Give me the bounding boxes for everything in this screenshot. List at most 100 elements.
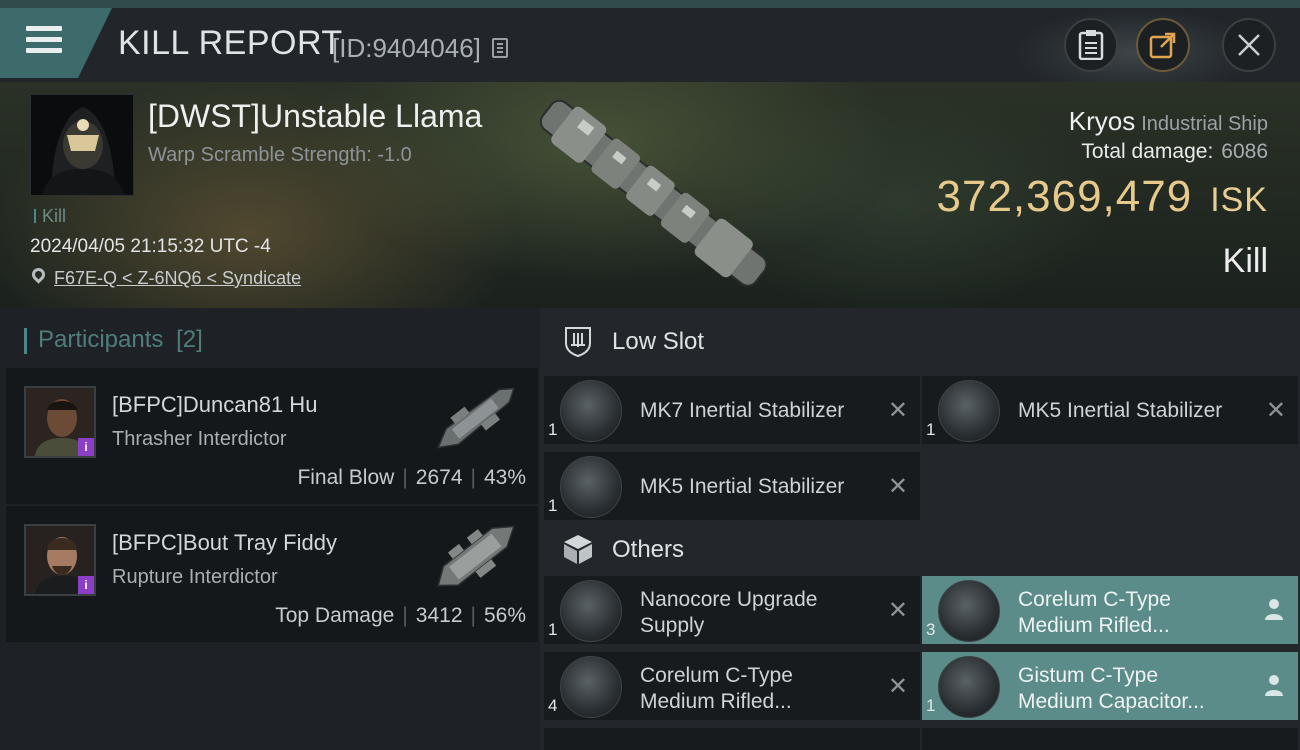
cargo-item[interactable]: 3 Corelum C-Type Medium Rifled... (922, 576, 1298, 644)
participant-ship-image (437, 525, 515, 587)
low-slot-header: Low Slot (564, 327, 705, 357)
total-damage-value: 6086 (1221, 140, 1268, 163)
close-button[interactable] (1222, 18, 1276, 72)
item-name-line2: Medium Rifled... (1018, 614, 1170, 637)
item-name-line1: Corelum C-Type (640, 664, 793, 687)
victim-ship-image (539, 99, 768, 287)
ship-type: Kryos (1068, 106, 1136, 136)
turret-icon (560, 656, 622, 718)
destroyed-icon: ✕ (887, 397, 908, 424)
kill-summary: [DWST]Unstable Llama Warp Scramble Stren… (0, 82, 1300, 308)
others-header: Others (564, 535, 685, 564)
inertial-stabilizer-icon (560, 380, 622, 442)
top-accent-line (0, 0, 1300, 8)
item-name: MK7 Inertial Stabilizer (640, 399, 845, 422)
item-name: Gistum C-Type Medium Capacitor... (1018, 663, 1205, 715)
item-name-line2: Medium Rifled... (640, 690, 792, 713)
victim-name[interactable]: [DWST]Unstable Llama (148, 98, 482, 135)
isk-unit: ISK (1210, 181, 1268, 219)
item-name: Nanocore Upgrade Supply (640, 587, 817, 639)
item-name: MK5 Inertial Stabilizer (1018, 399, 1223, 422)
item-name-line1: Gistum C-Type (1018, 664, 1159, 687)
item-name-line2: Supply (640, 614, 705, 637)
victim-ship-name[interactable]: Kryos Industrial Ship (1069, 106, 1268, 137)
participant-ship: Rupture Interdictor (112, 566, 278, 588)
dropped-person-icon (1265, 599, 1283, 620)
page-title: KILL REPORT (118, 24, 343, 62)
participant-stats: Final Blow | 2674 | 43% (297, 466, 526, 489)
participant-ship: Thrasher Interdictor (112, 428, 287, 450)
hooded-pilot-avatar (31, 95, 133, 195)
participant-ship-image (436, 387, 515, 449)
participant-role: Final Blow (297, 466, 395, 489)
participants-header: Participants [2] (24, 326, 203, 354)
participant-avatar[interactable]: i (24, 524, 96, 596)
victim-portrait[interactable] (30, 94, 134, 196)
destroyed-icon: ✕ (887, 673, 908, 700)
item-name-line2: Medium Capacitor... (1018, 690, 1205, 713)
participant-avatar[interactable]: i (24, 386, 96, 458)
item-quantity: 1 (548, 620, 558, 639)
cargo-item[interactable]: 1 Gistum C-Type Medium Capacitor... (922, 652, 1298, 720)
copy-id-icon[interactable] (492, 38, 508, 58)
share-button[interactable] (1136, 18, 1190, 72)
item-name-line1: Nanocore Upgrade (640, 588, 818, 611)
participant-damage-percent: 43% (483, 466, 526, 489)
clipboard-icon (1078, 30, 1104, 60)
cargo-item[interactable]: 4 Corelum C-Type Medium Rifled... ✕ (544, 652, 920, 720)
kill-tag: Kill (34, 206, 66, 227)
item-name: Corelum C-Type Medium Rifled... (640, 663, 793, 715)
close-icon (1238, 34, 1260, 56)
isk-value: 372,369,479 ISK (937, 172, 1269, 222)
low-slot-item[interactable]: 1 MK7 Inertial Stabilizer ✕ (544, 376, 920, 444)
menu-button[interactable] (0, 8, 112, 78)
cargo-item[interactable]: 1 Nanocore Upgrade Supply ✕ (544, 576, 920, 644)
total-damage: Total damage: 6086 (1081, 140, 1268, 164)
item-quantity: 1 (548, 496, 558, 515)
participant-role: Top Damage (275, 604, 395, 627)
location-pin-icon (29, 265, 48, 284)
item-quantity: 3 (926, 620, 936, 639)
item-name: MK5 Inertial Stabilizer (640, 475, 845, 498)
participants-title: Participants (38, 326, 164, 353)
report-button[interactable] (1064, 18, 1118, 72)
destroyed-icon: ✕ (1265, 397, 1286, 424)
destroyed-icon: ✕ (887, 473, 908, 500)
destroyed-icon: ✕ (887, 597, 908, 624)
cargo-item-partial[interactable] (544, 728, 920, 750)
nanocore-supply-icon (560, 580, 622, 642)
kill-result: Kill (1222, 242, 1268, 280)
capacitor-icon (938, 656, 1000, 718)
ship-class: Industrial Ship (1141, 113, 1268, 135)
others-title: Others (612, 536, 685, 563)
participant-row[interactable]: i [BFPC]Bout Tray Fiddy Rupture Interdic… (6, 506, 538, 642)
participants-panel: Participants [2] i [BFPC]Duncan81 Hu Thr… (0, 308, 540, 750)
info-icon[interactable]: i (78, 438, 94, 456)
share-icon (1149, 32, 1176, 59)
item-quantity: 1 (926, 420, 936, 439)
participant-row[interactable]: i [BFPC]Duncan81 Hu Thrasher Interdictor… (6, 368, 538, 504)
warp-scramble-strength: Warp Scramble Strength: -1.0 (148, 144, 412, 166)
participant-name[interactable]: [BFPC]Bout Tray Fiddy (112, 530, 337, 556)
header-bar: KILL REPORT [ID:9404046] (0, 8, 1300, 98)
item-quantity: 1 (548, 420, 558, 439)
kill-id: [ID:9404046] (332, 33, 481, 63)
inertial-stabilizer-icon (560, 456, 622, 518)
participant-damage: 3412 (415, 604, 463, 627)
item-name: Corelum C-Type Medium Rifled... (1018, 587, 1171, 639)
hamburger-icon (26, 26, 62, 54)
low-slot-item[interactable]: 1 MK5 Inertial Stabilizer ✕ (544, 452, 920, 520)
item-quantity: 4 (548, 696, 558, 715)
low-slot-title: Low Slot (612, 328, 705, 355)
participant-damage: 2674 (415, 466, 463, 489)
location-link[interactable]: F67E-Q < Z-6NQ6 < Syndicate (54, 268, 301, 289)
participant-damage-percent: 56% (483, 604, 526, 627)
participant-stats: Top Damage | 3412 | 56% (275, 604, 526, 627)
isk-amount: 372,369,479 (936, 172, 1193, 221)
participant-name[interactable]: [BFPC]Duncan81 Hu (112, 392, 317, 418)
cargo-item-partial[interactable] (922, 728, 1298, 750)
info-icon[interactable]: i (78, 576, 94, 594)
cube-icon (564, 535, 592, 564)
low-slot-item[interactable]: 1 MK5 Inertial Stabilizer ✕ (922, 376, 1298, 444)
inertial-stabilizer-icon (938, 380, 1000, 442)
